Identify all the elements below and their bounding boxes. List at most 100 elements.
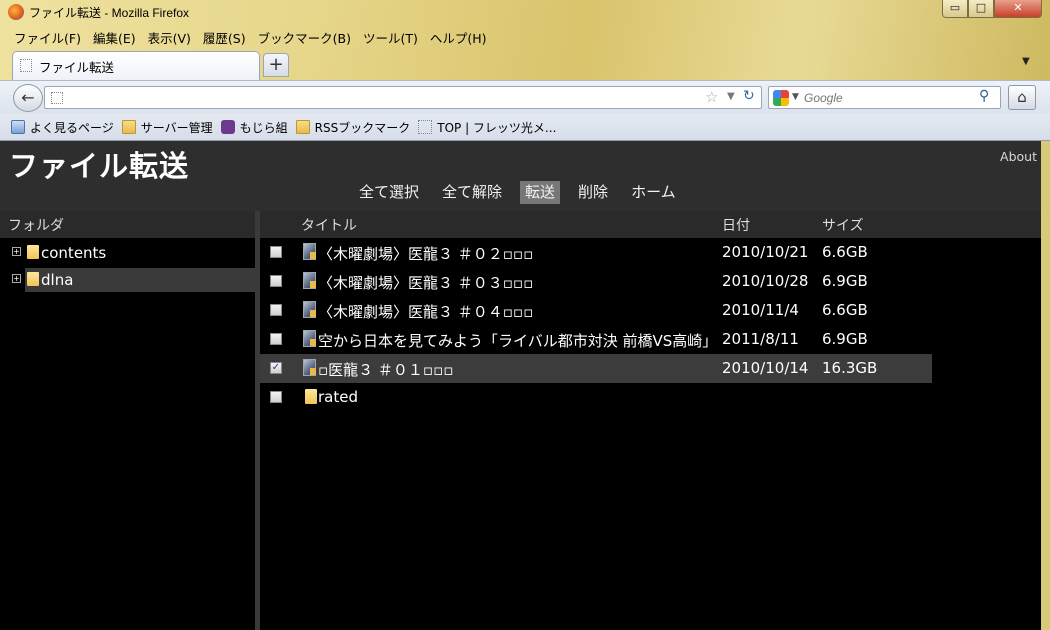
menu-file[interactable]: ファイル(F) — [8, 26, 87, 46]
row-checkbox[interactable] — [270, 246, 282, 258]
menu-bookmarks[interactable]: ブックマーク(B) — [252, 26, 357, 46]
video-file-icon — [303, 243, 316, 260]
column-header-title[interactable]: タイトル — [301, 215, 357, 235]
folder-icon — [305, 389, 317, 404]
bookmark-server-admin[interactable]: サーバー管理 — [121, 119, 213, 136]
bookmarks-toolbar: よく見るページ サーバー管理 もじら組 RSSブックマーク TOP | フレッツ… — [0, 114, 1050, 141]
page-icon — [418, 120, 433, 134]
file-date: 2011/8/11 — [722, 330, 799, 348]
column-header-row: フォルダ タイトル 日付 サイズ — [0, 211, 1041, 238]
tab-label: ファイル転送 — [39, 60, 115, 75]
bookmark-mojira[interactable]: もじら組 — [220, 119, 288, 136]
file-date: 2010/11/4 — [722, 301, 799, 319]
folder-title: rated — [318, 388, 358, 406]
mojira-icon — [220, 120, 235, 134]
video-file-icon — [303, 359, 316, 376]
about-link[interactable]: About — [1000, 149, 1037, 164]
bookmark-most-visited[interactable]: よく見るページ — [11, 119, 114, 136]
url-history-dropdown-icon[interactable]: ▼ — [727, 91, 735, 102]
file-row[interactable]: 〈木曜劇場〉医龍３ ＃０２▫▫▫ 2010/10/21 6.6GB — [260, 238, 932, 267]
firefox-logo-icon — [8, 4, 24, 20]
menu-bar: ファイル(F) 編集(E) 表示(V) 履歴(S) ブックマーク(B) ツール(… — [8, 26, 493, 46]
column-header-size[interactable]: サイズ — [822, 215, 864, 235]
column-header-date[interactable]: 日付 — [722, 215, 750, 235]
tree-label: contents — [41, 244, 107, 262]
menu-history[interactable]: 履歴(S) — [197, 26, 252, 46]
back-button[interactable]: ← — [13, 84, 43, 112]
most-visited-icon — [11, 120, 25, 134]
file-size: 6.6GB — [822, 301, 868, 319]
transfer-button[interactable]: 転送 — [520, 181, 561, 204]
title-bar: ファイル転送 - Mozilla Firefox ▭ □ ✕ — [0, 0, 1050, 24]
row-checkbox[interactable] — [270, 304, 282, 316]
home-button[interactable]: ホーム — [626, 181, 681, 204]
bookmark-star-icon[interactable]: ☆ — [705, 88, 718, 106]
row-checkbox[interactable] — [270, 275, 282, 287]
tree-item-dlna[interactable]: + dlna — [0, 268, 255, 292]
deselect-all-button[interactable]: 全て解除 — [437, 181, 507, 204]
bookmark-label: サーバー管理 — [140, 120, 213, 135]
row-checkbox[interactable] — [270, 333, 282, 345]
browser-chrome: ファイル転送 - Mozilla Firefox ▭ □ ✕ ファイル(F) 編… — [0, 0, 1050, 141]
tab-strip: ファイル転送 + ▼ — [0, 50, 1050, 80]
column-header-folder: フォルダ — [8, 218, 64, 234]
menu-edit[interactable]: 編集(E) — [87, 26, 142, 46]
site-identity-icon[interactable] — [51, 92, 63, 104]
select-all-button[interactable]: 全て選択 — [354, 181, 424, 204]
maximize-button[interactable]: □ — [968, 0, 994, 18]
file-row[interactable]: 〈木曜劇場〉医龍３ ＃０３▫▫▫ 2010/10/28 6.9GB — [260, 267, 932, 296]
file-date: 2010/10/14 — [722, 359, 809, 377]
search-engine-dropdown-icon[interactable]: ▼ — [792, 92, 799, 102]
tree-node[interactable]: contents — [25, 241, 255, 265]
bookmark-rss[interactable]: RSSブックマーク — [295, 119, 410, 136]
bookmark-label: もじら組 — [239, 120, 288, 135]
page-header: ファイル転送 About 全て選択 全て解除 転送 削除 ホーム — [0, 141, 1041, 211]
new-tab-button[interactable]: + — [263, 53, 289, 77]
file-row[interactable]: 空から日本を見てみよう「ライバル都市対決 前橋VS高崎」 2011/8/11 6… — [260, 325, 932, 354]
action-toolbar: 全て選択 全て解除 転送 削除 ホーム — [350, 181, 690, 204]
expand-icon[interactable]: + — [12, 274, 21, 283]
url-input[interactable] — [69, 89, 709, 106]
minimize-button[interactable]: ▭ — [942, 0, 968, 18]
tree-item-contents[interactable]: + contents — [0, 241, 255, 265]
window-edge — [1041, 141, 1050, 630]
navigation-bar: ← ☆ ▼ ↻ ▼ ⚲ ⌂ — [0, 80, 1050, 114]
file-size: 6.6GB — [822, 243, 868, 261]
reload-icon[interactable]: ↻ — [743, 88, 755, 104]
url-bar: ☆ ▼ ↻ — [44, 86, 762, 109]
tree-node[interactable]: dlna — [25, 268, 255, 292]
bookmark-label: TOP | フレッツ光メ... — [437, 120, 557, 135]
row-checkbox[interactable] — [270, 391, 282, 403]
file-row-selected[interactable]: ✓ ▫医龍３ ＃０１▫▫▫ 2010/10/14 16.3GB — [260, 354, 932, 383]
delete-button[interactable]: 削除 — [573, 181, 613, 204]
tree-label: dlna — [41, 271, 74, 289]
video-file-icon — [303, 330, 316, 347]
file-title: ▫医龍３ ＃０１▫▫▫ — [318, 361, 454, 379]
file-size: 16.3GB — [822, 359, 878, 377]
file-title: 空から日本を見てみよう「ライバル都市対決 前橋VS高崎」 — [318, 332, 716, 350]
tab-list-chevron-icon[interactable]: ▼ — [1022, 56, 1030, 67]
file-date: 2010/10/21 — [722, 243, 809, 261]
menu-help[interactable]: ヘルプ(H) — [424, 26, 493, 46]
bookmark-label: よく見るページ — [30, 120, 114, 135]
search-input[interactable] — [804, 89, 974, 106]
menu-view[interactable]: 表示(V) — [142, 26, 197, 46]
folder-icon — [121, 120, 136, 134]
file-row[interactable]: 〈木曜劇場〉医龍３ ＃０４▫▫▫ 2010/11/4 6.6GB — [260, 296, 932, 325]
window-title: ファイル転送 - Mozilla Firefox — [29, 6, 190, 20]
expand-icon[interactable]: + — [12, 247, 21, 256]
tab-file-transfer[interactable]: ファイル転送 — [12, 51, 260, 80]
menu-tools[interactable]: ツール(T) — [357, 26, 424, 46]
close-button[interactable]: ✕ — [994, 0, 1042, 18]
video-file-icon — [303, 272, 316, 289]
page-title: ファイル転送 — [9, 149, 190, 183]
folder-row[interactable]: rated — [260, 383, 932, 412]
bookmark-top-flets[interactable]: TOP | フレッツ光メ... — [418, 119, 556, 136]
file-size: 6.9GB — [822, 330, 868, 348]
google-icon[interactable] — [773, 90, 789, 106]
folder-icon — [27, 272, 39, 286]
row-checkbox-checked[interactable]: ✓ — [270, 362, 282, 374]
home-button[interactable]: ⌂ — [1008, 85, 1036, 110]
search-icon[interactable]: ⚲ — [979, 88, 989, 104]
file-title: 〈木曜劇場〉医龍３ ＃０４▫▫▫ — [318, 303, 534, 321]
